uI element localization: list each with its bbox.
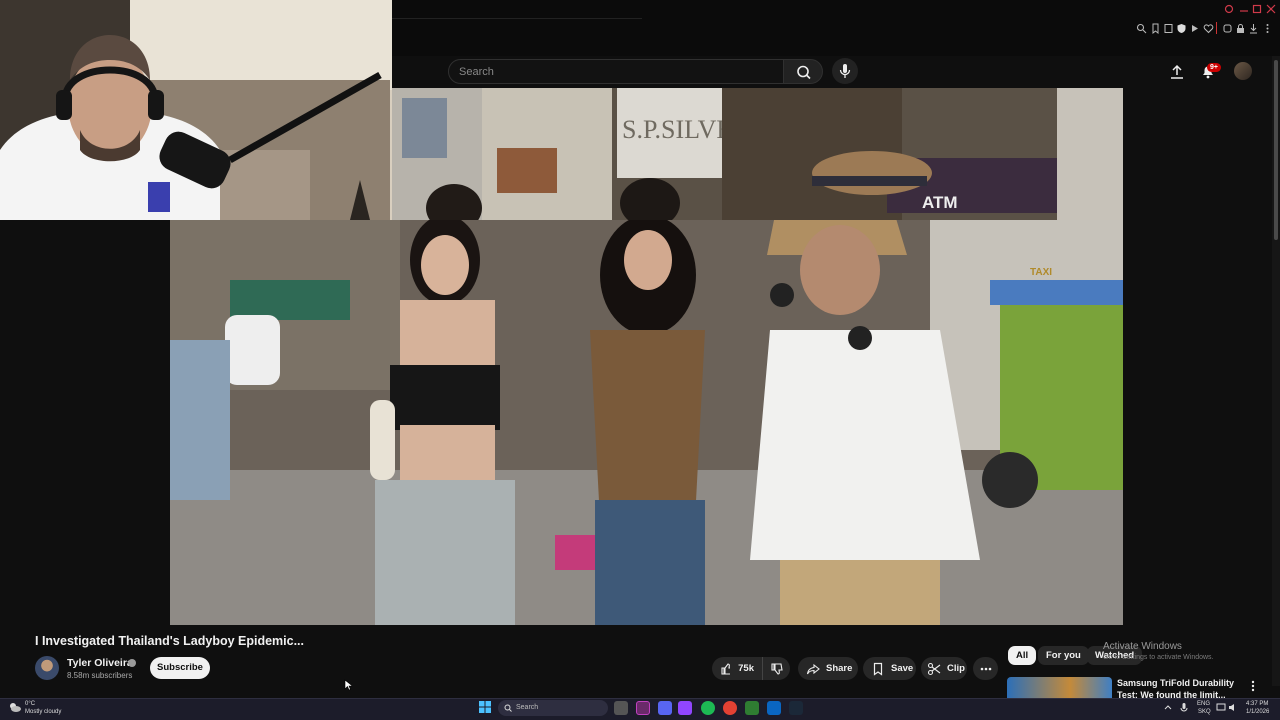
network-icon[interactable]: [1216, 703, 1226, 712]
play-icon[interactable]: [1189, 23, 1200, 34]
share-icon: [806, 663, 820, 674]
heart-icon[interactable]: [1203, 23, 1214, 34]
webcam-overlay: [0, 0, 392, 220]
download-icon[interactable]: [1248, 23, 1259, 34]
lock-icon[interactable]: [1235, 23, 1246, 34]
bookmark-icon: [873, 662, 883, 676]
voice-search-button[interactable]: [832, 58, 858, 84]
channel-avatar[interactable]: [35, 656, 59, 680]
activate-windows-title: Activate Windows: [1103, 641, 1182, 652]
save-label: Save: [891, 663, 914, 674]
thumbs-up-icon: [721, 662, 731, 675]
twitch-icon[interactable]: [678, 701, 692, 715]
more-vertical-icon[interactable]: [1250, 679, 1256, 693]
save-button[interactable]: Save: [863, 657, 916, 680]
account-avatar[interactable]: [1234, 62, 1252, 80]
taxi-sign-text: TAXI: [1030, 267, 1052, 278]
atm-sign-text: ATM: [922, 193, 958, 212]
video-title: I Investigated Thailand's Ladyboy Epidem…: [35, 634, 305, 648]
toolbar-separator: [1216, 22, 1217, 34]
shop-sign-text: S.P.SILVE: [622, 115, 732, 144]
more-horizontal-icon: [980, 667, 991, 670]
volume-icon[interactable]: [1228, 703, 1238, 712]
discord-icon[interactable]: [658, 701, 672, 715]
photos-icon[interactable]: [767, 701, 781, 715]
extension-icon[interactable]: [1222, 23, 1233, 34]
search-placeholder: Search: [459, 66, 494, 78]
chip-for-you[interactable]: For you: [1038, 646, 1089, 665]
microphone-icon[interactable]: [1180, 703, 1188, 713]
task-view-icon[interactable]: [614, 701, 628, 715]
taskbar-search-icon: [504, 704, 512, 712]
chrome-icon[interactable]: [723, 701, 737, 715]
taskbar-search[interactable]: Search: [498, 700, 608, 716]
dislike-button[interactable]: [762, 657, 790, 680]
search-input[interactable]: Search: [448, 59, 784, 84]
mic-icon: [839, 64, 851, 78]
clip-label: Clip: [947, 663, 965, 674]
video-player[interactable]: TAXI: [170, 220, 1123, 625]
thumbs-down-icon: [770, 662, 783, 675]
chevron-up-icon[interactable]: [1164, 704, 1172, 710]
zoom-icon[interactable]: [1136, 23, 1147, 34]
like-count: 75k: [738, 663, 754, 674]
taskbar-search-label: Search: [516, 704, 539, 711]
weather-icon[interactable]: [8, 701, 22, 713]
scrollbar-thumb[interactable]: [1274, 60, 1278, 240]
more-actions-button[interactable]: [973, 657, 998, 680]
minimize-icon[interactable]: [1239, 4, 1249, 14]
channel-name[interactable]: Tyler Oliveira: [67, 657, 133, 669]
scissors-icon: [927, 662, 941, 675]
video-frame-upper[interactable]: S.P.SILVE ATM: [392, 88, 1123, 220]
like-button[interactable]: 75k: [712, 657, 762, 680]
activate-windows-subtitle: Go to Settings to activate Windows.: [1103, 654, 1214, 661]
verified-icon: [128, 659, 136, 667]
record-icon[interactable]: [1224, 4, 1234, 14]
keyboard-layout-indicator[interactable]: SKQ: [1198, 709, 1211, 715]
weather-description: Mostly cloudy: [25, 709, 62, 715]
steam-icon[interactable]: [789, 701, 803, 715]
search-icon: [797, 65, 811, 80]
language-indicator[interactable]: ENG: [1197, 701, 1210, 707]
share-button[interactable]: Share: [798, 657, 858, 680]
shield-icon[interactable]: [1176, 23, 1187, 34]
windows-start-icon[interactable]: [479, 701, 491, 713]
share-label: Share: [826, 663, 853, 674]
upload-icon[interactable]: [1170, 64, 1184, 80]
app-icon[interactable]: [745, 701, 759, 715]
maximize-icon[interactable]: [1252, 4, 1262, 14]
spotify-icon[interactable]: [701, 701, 715, 715]
subscribe-button[interactable]: Subscribe: [150, 657, 210, 679]
mouse-cursor-icon: [344, 679, 352, 691]
notification-badge: 9+: [1207, 63, 1221, 72]
menu-dots-icon[interactable]: [1262, 23, 1273, 34]
clip-button[interactable]: Clip: [921, 657, 967, 680]
subscriber-count: 8.58m subscribers: [67, 671, 133, 680]
clock-date[interactable]: 1/1/2026: [1246, 709, 1269, 715]
search-button[interactable]: [783, 59, 823, 84]
browser-app-icon[interactable]: [636, 701, 650, 715]
tab-strip-divider: [392, 18, 642, 19]
chip-all[interactable]: All: [1008, 646, 1037, 665]
reader-icon[interactable]: [1163, 23, 1174, 34]
clock-time[interactable]: 4:37 PM: [1246, 701, 1268, 707]
bookmark-icon[interactable]: [1150, 23, 1161, 34]
weather-temperature: 0°C: [25, 701, 36, 707]
close-icon[interactable]: [1266, 4, 1276, 14]
